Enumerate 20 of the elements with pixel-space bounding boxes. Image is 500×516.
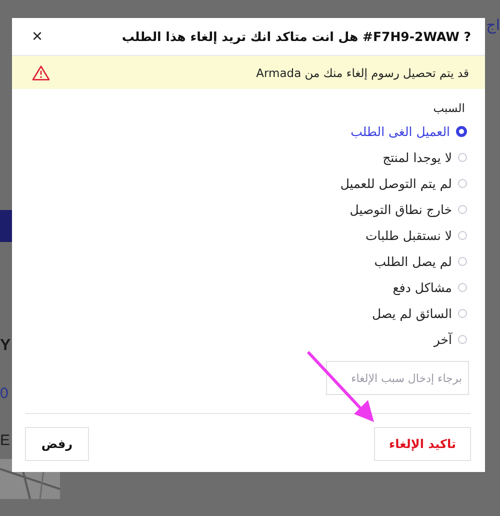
warning-text: قد يتم تحصيل رسوم إلغاء منك من Armada (256, 66, 469, 80)
input-field[interactable]: برجاء إدخال سبب الإلغاء (326, 361, 469, 395)
radio-option[interactable]: لم يصل الطلب (340, 251, 467, 271)
reject-button[interactable]: رفض (25, 427, 89, 461)
radio-option[interactable]: آخر (340, 329, 467, 349)
radio-option[interactable]: خارج نطاق التوصيل (340, 199, 467, 219)
dialog-title: ? F7H9-2WAW# هل انت متاكد انك تريد إلغاء هذا الطلب (122, 29, 471, 44)
radio-option[interactable]: لم يتم التوصل للعميل (340, 173, 467, 193)
radio-option[interactable]: السائق لم يصل (340, 303, 467, 323)
confirm-button[interactable]: تاكيد الإلغاء (374, 427, 471, 461)
close-button[interactable]: × (28, 26, 47, 47)
background-text: 0 (0, 385, 8, 402)
radio-option[interactable]: العميل الغى الطلب (340, 121, 467, 141)
background-text: Y (0, 337, 11, 355)
field-label: السبب (433, 101, 465, 115)
radio-option[interactable]: لا نستقبل طلبات (340, 225, 467, 245)
warning-icon (32, 64, 50, 80)
radio-option[interactable]: لا يوجدا لمنتج (340, 147, 467, 167)
radio-option[interactable]: مشاكل دفع (340, 277, 467, 297)
background-text: E (0, 432, 10, 449)
